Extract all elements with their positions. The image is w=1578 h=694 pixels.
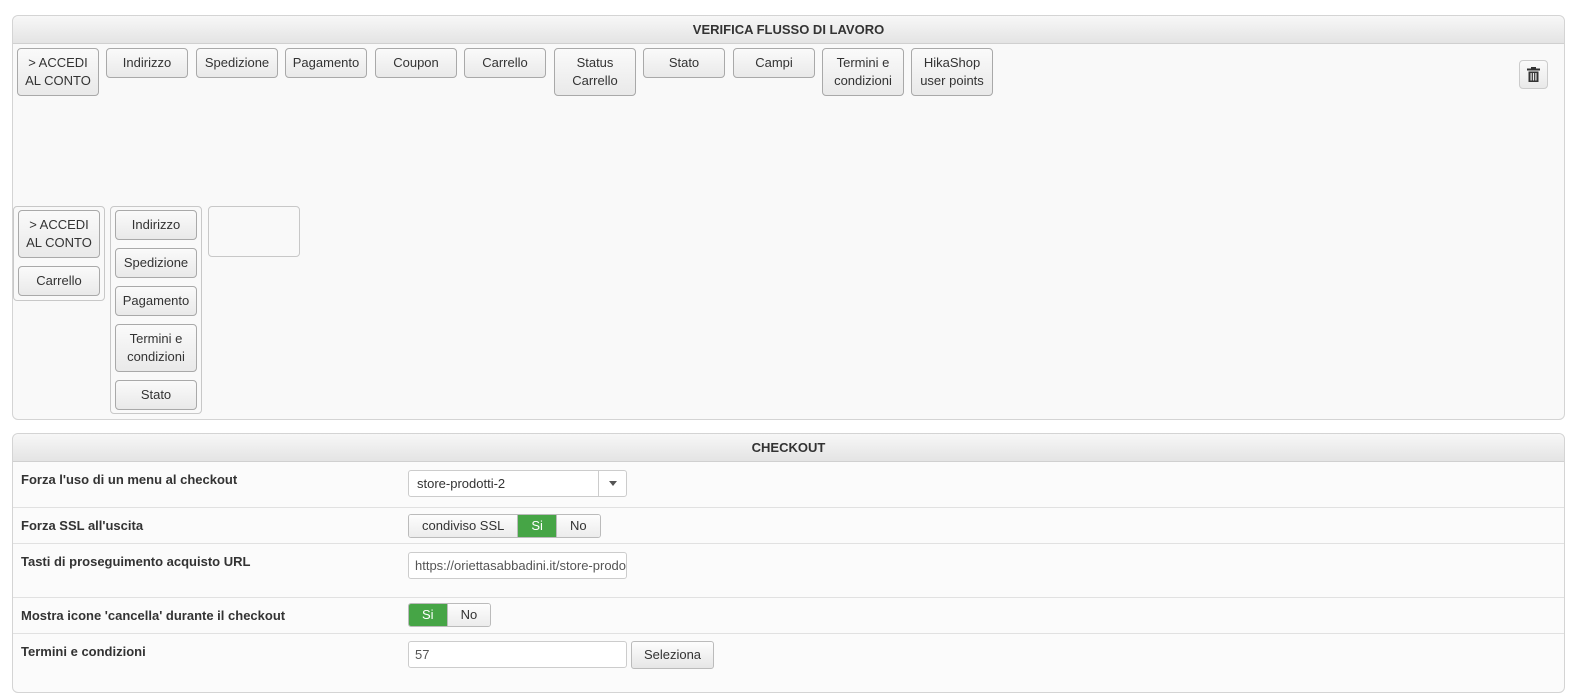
row-terms: Termini e condizioni 57 Seleziona <box>13 634 1564 694</box>
force-menu-select[interactable]: store-prodotti-2 <box>408 470 627 497</box>
checkout-panel: CHECKOUT Forza l'uso di un menu al check… <box>12 433 1565 693</box>
force-menu-label: Forza l'uso di un menu al checkout <box>21 472 238 487</box>
trash-button[interactable] <box>1519 60 1548 89</box>
group2-step-termini-e-condizioni[interactable]: Termini e condizioni <box>115 324 197 372</box>
group2-step-stato[interactable]: Stato <box>115 380 197 410</box>
force-ssl-label: Forza SSL all'uscita <box>21 518 144 533</box>
row-delete-icons: Mostra icone 'cancella' durante il check… <box>13 598 1564 634</box>
row-continue-url: Tasti di proseguimento acquisto URL http… <box>13 544 1564 598</box>
ssl-option-no[interactable]: No <box>555 515 600 537</box>
step-carrello[interactable]: Carrello <box>464 48 546 78</box>
step-termini-e-condizioni[interactable]: Termini e condizioni <box>822 48 904 96</box>
group1-step-accedi-al-conto[interactable]: > ACCEDI AL CONTO <box>18 210 100 258</box>
chevron-down-icon <box>598 471 626 496</box>
group1-step-carrello[interactable]: Carrello <box>18 266 100 296</box>
step-pagamento[interactable]: Pagamento <box>285 48 367 78</box>
row-force-ssl: Forza SSL all'uscita condiviso SSL Si No <box>13 508 1564 544</box>
delete-icons-toggle[interactable]: Si No <box>408 603 492 627</box>
workflow-panel-title: VERIFICA FLUSSO DI LAVORO <box>13 16 1564 44</box>
step-stato[interactable]: Stato <box>643 48 725 78</box>
row-force-menu: Forza l'uso di un menu al checkout store… <box>13 462 1564 508</box>
checkout-panel-title: CHECKOUT <box>13 434 1564 462</box>
group2-step-spedizione[interactable]: Spedizione <box>115 248 197 278</box>
workflow-group-empty[interactable] <box>208 206 300 257</box>
group2-step-indirizzo[interactable]: Indirizzo <box>115 210 197 240</box>
trash-icon <box>1527 67 1540 82</box>
delete-icons-option-no[interactable]: No <box>446 604 491 626</box>
workflow-panel: VERIFICA FLUSSO DI LAVORO > ACCEDI AL CO… <box>12 15 1565 420</box>
step-indirizzo[interactable]: Indirizzo <box>106 48 188 78</box>
continue-url-label: Tasti di proseguimento acquisto URL <box>21 554 251 569</box>
continue-url-input[interactable]: https://oriettasabbadini.it/store-prodot… <box>408 552 627 579</box>
terms-select-button[interactable]: Seleziona <box>631 641 714 669</box>
force-ssl-toggle[interactable]: condiviso SSL Si No <box>408 514 601 538</box>
ssl-option-yes[interactable]: Si <box>517 515 556 537</box>
step-status-carrello[interactable]: Status Carrello <box>554 48 636 96</box>
step-campi[interactable]: Campi <box>733 48 815 78</box>
step-hikashop-user-points[interactable]: HikaShop user points <box>911 48 993 96</box>
step-coupon[interactable]: Coupon <box>375 48 457 78</box>
group2-step-pagamento[interactable]: Pagamento <box>115 286 197 316</box>
step-spedizione[interactable]: Spedizione <box>196 48 278 78</box>
delete-icons-option-yes[interactable]: Si <box>409 604 447 626</box>
delete-icons-label: Mostra icone 'cancella' durante il check… <box>21 608 286 623</box>
terms-label: Termini e condizioni <box>21 644 146 659</box>
workflow-group-2[interactable]: Indirizzo Spedizione Pagamento Termini e… <box>110 206 202 414</box>
workflow-group-1[interactable]: > ACCEDI AL CONTO Carrello <box>13 206 105 301</box>
terms-input[interactable]: 57 <box>408 641 627 668</box>
force-menu-value: store-prodotti-2 <box>417 476 506 491</box>
step-accedi-al-conto[interactable]: > ACCEDI AL CONTO <box>17 48 99 96</box>
ssl-option-shared[interactable]: condiviso SSL <box>409 515 518 537</box>
